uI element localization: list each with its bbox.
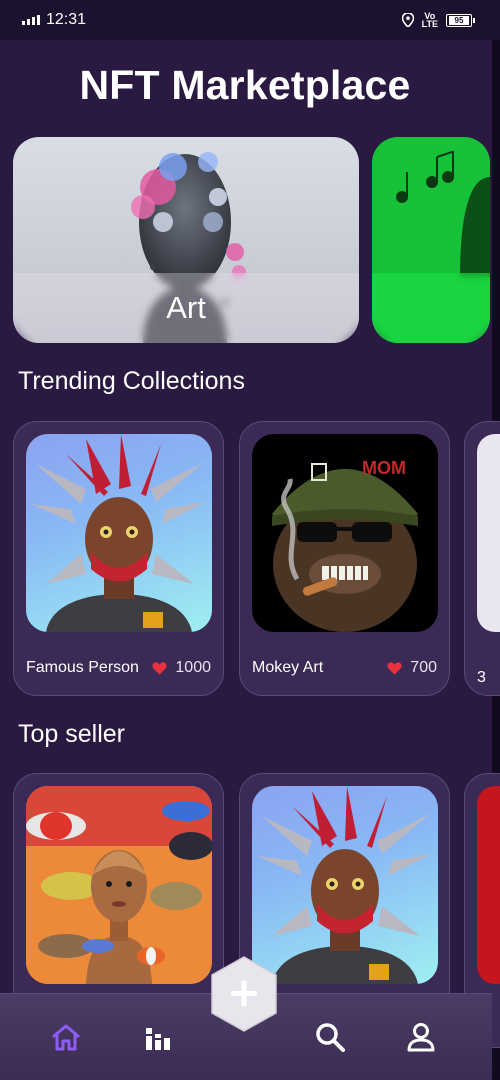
collection-card-partial[interactable]: 3 [464, 421, 500, 696]
add-button[interactable] [210, 955, 278, 1033]
collection-name: Famous Person [26, 659, 139, 676]
signal-icon [22, 15, 40, 25]
battery-icon: 95 [446, 13, 475, 27]
category-card-music[interactable] [372, 137, 490, 343]
like-count: 700 [410, 659, 437, 676]
collection-image [477, 434, 500, 632]
location-icon [401, 13, 414, 27]
battery-level: 95 [449, 15, 469, 25]
category-card-art[interactable]: Art [13, 137, 359, 343]
ranking-icon [146, 1028, 170, 1050]
heart-icon[interactable] [152, 661, 167, 675]
nav-home[interactable] [48, 1020, 84, 1054]
status-time: 12:31 [46, 11, 87, 28]
volte-icon: Vo LTE [421, 11, 438, 29]
seller-image [252, 786, 438, 984]
collection-image [26, 434, 212, 632]
home-icon [52, 1024, 80, 1051]
like-count: 1000 [175, 659, 211, 676]
seller-image [477, 786, 500, 984]
category-label-music [372, 273, 490, 343]
collection-name: Mokey Art [252, 659, 324, 676]
status-bar: 12:31 Vo LTE 95 [0, 0, 500, 40]
profile-icon [407, 1023, 435, 1052]
section-title-top-seller: Top seller [18, 720, 125, 748]
svg-text:MOM: MOM [362, 458, 406, 478]
seller-image [26, 786, 212, 984]
collection-card[interactable]: Famous Person 1000 [13, 421, 224, 696]
category-label-art: Art [13, 273, 359, 343]
page-title: NFT Marketplace [79, 62, 411, 108]
collection-image: MOM [252, 434, 438, 632]
nav-search[interactable] [312, 1020, 348, 1054]
nav-profile[interactable] [403, 1020, 439, 1054]
section-title-trending: Trending Collections [18, 367, 245, 395]
collection-name: 3 [477, 669, 486, 686]
search-icon [316, 1023, 345, 1052]
nav-ranking[interactable] [140, 1020, 176, 1054]
collection-card[interactable]: MOM Mokey Art 700 [239, 421, 450, 696]
heart-icon[interactable] [387, 661, 402, 675]
